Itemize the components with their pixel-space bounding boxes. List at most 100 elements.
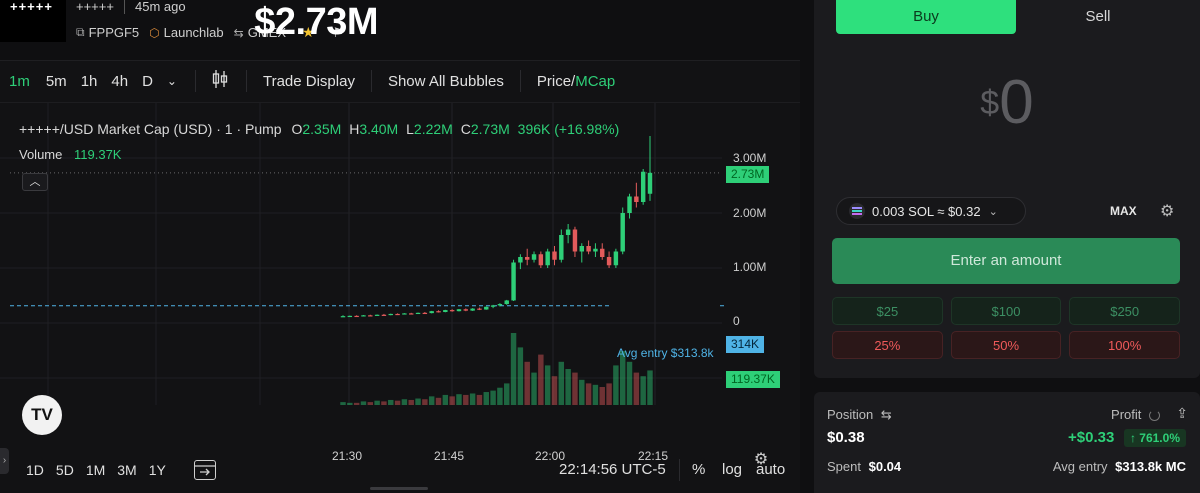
amount-input[interactable]: $0 (814, 68, 1200, 138)
candle-body (402, 313, 407, 315)
candle-body (552, 251, 557, 260)
range-1m[interactable]: 1M (86, 462, 105, 478)
position-label: Position (827, 407, 874, 422)
volume-bar (551, 376, 558, 405)
profit-row: +$0.33 ↑ 761.0% (1068, 429, 1186, 447)
quick-sell-50pct[interactable]: 50% (950, 331, 1062, 359)
volume-bar (490, 390, 496, 405)
interval-1h[interactable]: 1h (81, 73, 98, 90)
range-1d[interactable]: 1D (26, 462, 44, 478)
loading-spinner-icon (1149, 410, 1160, 422)
legend-symbol: +++++/USD Market Cap (USD) · 1 · Pump (19, 121, 282, 137)
volume-bar (374, 400, 380, 405)
candle-body (381, 314, 387, 316)
volume-bar (599, 387, 605, 405)
interval-5m[interactable]: 5m (46, 73, 67, 90)
candle-body (504, 300, 509, 305)
candle-body (559, 235, 564, 260)
token-age: 45m ago (135, 0, 186, 14)
platform-label: Launchlab (163, 25, 224, 40)
quick-buy-100[interactable]: $100 (950, 297, 1062, 325)
buy-tab[interactable]: Buy (836, 0, 1016, 34)
candle-body (477, 308, 482, 310)
ticker-copy[interactable]: ⧉ FPPGF5 (76, 25, 139, 40)
candle-body (620, 213, 625, 252)
solana-icon (849, 203, 865, 219)
interval-1m[interactable]: 1m (9, 73, 30, 90)
volume-bar (428, 396, 435, 405)
candle-body (415, 312, 421, 315)
swap-icon[interactable]: ⇆ (881, 407, 892, 422)
toolbar-divider (194, 70, 196, 92)
panel-resize-handle[interactable] (370, 487, 428, 490)
avg-entry-row-value: $313.8k MC (1115, 459, 1186, 474)
position-panel: Position ⇆ Profit ⇪ $0.38 +$0.33 ↑ 761.0… (814, 392, 1200, 493)
chart-area[interactable]: +++++/USD Market Cap (USD) · 1 · Pump O2… (0, 102, 800, 468)
volume-bar (340, 402, 346, 405)
candle-body (368, 315, 373, 317)
trade-settings-gear-icon[interactable]: ⚙ (1160, 201, 1174, 221)
app-root: +++++ +++++ 45m ago ⧉ FPPGF5 ⬡ Launchlab… (0, 0, 1200, 493)
volume-bar (504, 383, 510, 405)
collapse-legend-chevron-up-icon[interactable]: ︿ (22, 173, 48, 191)
interval-4h[interactable]: 4h (111, 73, 128, 90)
price-label: Price (536, 72, 572, 90)
calendar-icon[interactable] (193, 459, 216, 480)
range-3m[interactable]: 3M (117, 462, 136, 478)
chart-clock[interactable]: 22:14:56 UTC-5 (559, 461, 666, 478)
interval-d[interactable]: D (142, 73, 153, 90)
quick-sell-100pct[interactable]: 100% (1069, 331, 1181, 359)
percent-scale-toggle[interactable]: % (692, 461, 705, 478)
platform-link[interactable]: ⬡ Launchlab (149, 25, 223, 40)
price-tick-3m: 3.00M (733, 151, 767, 165)
candle-body (484, 306, 489, 310)
chart-toolbar: 1m 5m 1h 4h D ⌄ Trade Display Show All B… (0, 61, 800, 101)
volume-bar (394, 400, 401, 405)
price-mcap-toggle[interactable]: Price/MCap (537, 73, 615, 90)
candle-body (606, 257, 612, 266)
volume-bar (510, 333, 517, 405)
volume-bar (388, 399, 394, 405)
quick-buy-250[interactable]: $250 (1069, 297, 1181, 325)
auto-scale-toggle[interactable]: auto (756, 461, 785, 478)
position-header: Position ⇆ (827, 407, 892, 423)
avg-entry-row-label: Avg entry (1052, 459, 1108, 474)
tradingview-logo[interactable]: TV (22, 395, 62, 435)
enter-amount-button[interactable]: Enter an amount (832, 238, 1180, 284)
profit-value: +$0.33 (1068, 429, 1115, 446)
volume-bar (469, 393, 476, 405)
show-all-bubbles-button[interactable]: Show All Bubbles (388, 73, 504, 90)
trade-display-button[interactable]: Trade Display (263, 73, 355, 90)
trade-panel: Buy Sell $0 0.003 SOL ≈ $0.32 ⌄ MAX ⚙ En… (814, 0, 1200, 378)
volume-legend: Volume 119.37K (19, 147, 121, 162)
candle-body (443, 310, 448, 312)
interval-dropdown-chevron-icon[interactable]: ⌄ (167, 74, 177, 88)
volume-bar (647, 370, 653, 405)
avg-entry-row: Avg entry $313.8k MC (1053, 459, 1186, 474)
candlestick-icon[interactable] (212, 69, 228, 93)
candle-body (572, 229, 578, 252)
profit-label: Profit (1111, 407, 1142, 422)
share-icon[interactable]: ⇪ (1176, 405, 1188, 422)
volume-bar (456, 394, 462, 405)
volume-bar (572, 372, 578, 405)
max-button[interactable]: MAX (1110, 204, 1137, 218)
quick-sell-25pct[interactable]: 25% (832, 331, 943, 359)
position-value: $0.38 (827, 429, 865, 446)
volume-bar (408, 399, 414, 405)
last-price-tag: 2.73M (726, 166, 770, 183)
sol-conversion-select[interactable]: 0.003 SOL ≈ $0.32 ⌄ (836, 197, 1026, 225)
range-5d[interactable]: 5D (56, 462, 74, 478)
volume-bar (360, 401, 367, 405)
quick-buy-25[interactable]: $25 (832, 297, 943, 325)
sell-tab[interactable]: Sell (1016, 0, 1180, 34)
log-scale-toggle[interactable]: log (722, 461, 742, 478)
range-1y[interactable]: 1Y (149, 462, 166, 478)
volume-bar (435, 397, 442, 405)
candle-body (640, 171, 646, 202)
volume-bar (524, 361, 530, 405)
avg-entry-label: Avg entry $313.8k (617, 346, 714, 360)
candle-body (565, 229, 571, 235)
token-name: +++++ (76, 0, 114, 14)
volume-bar (483, 392, 489, 405)
